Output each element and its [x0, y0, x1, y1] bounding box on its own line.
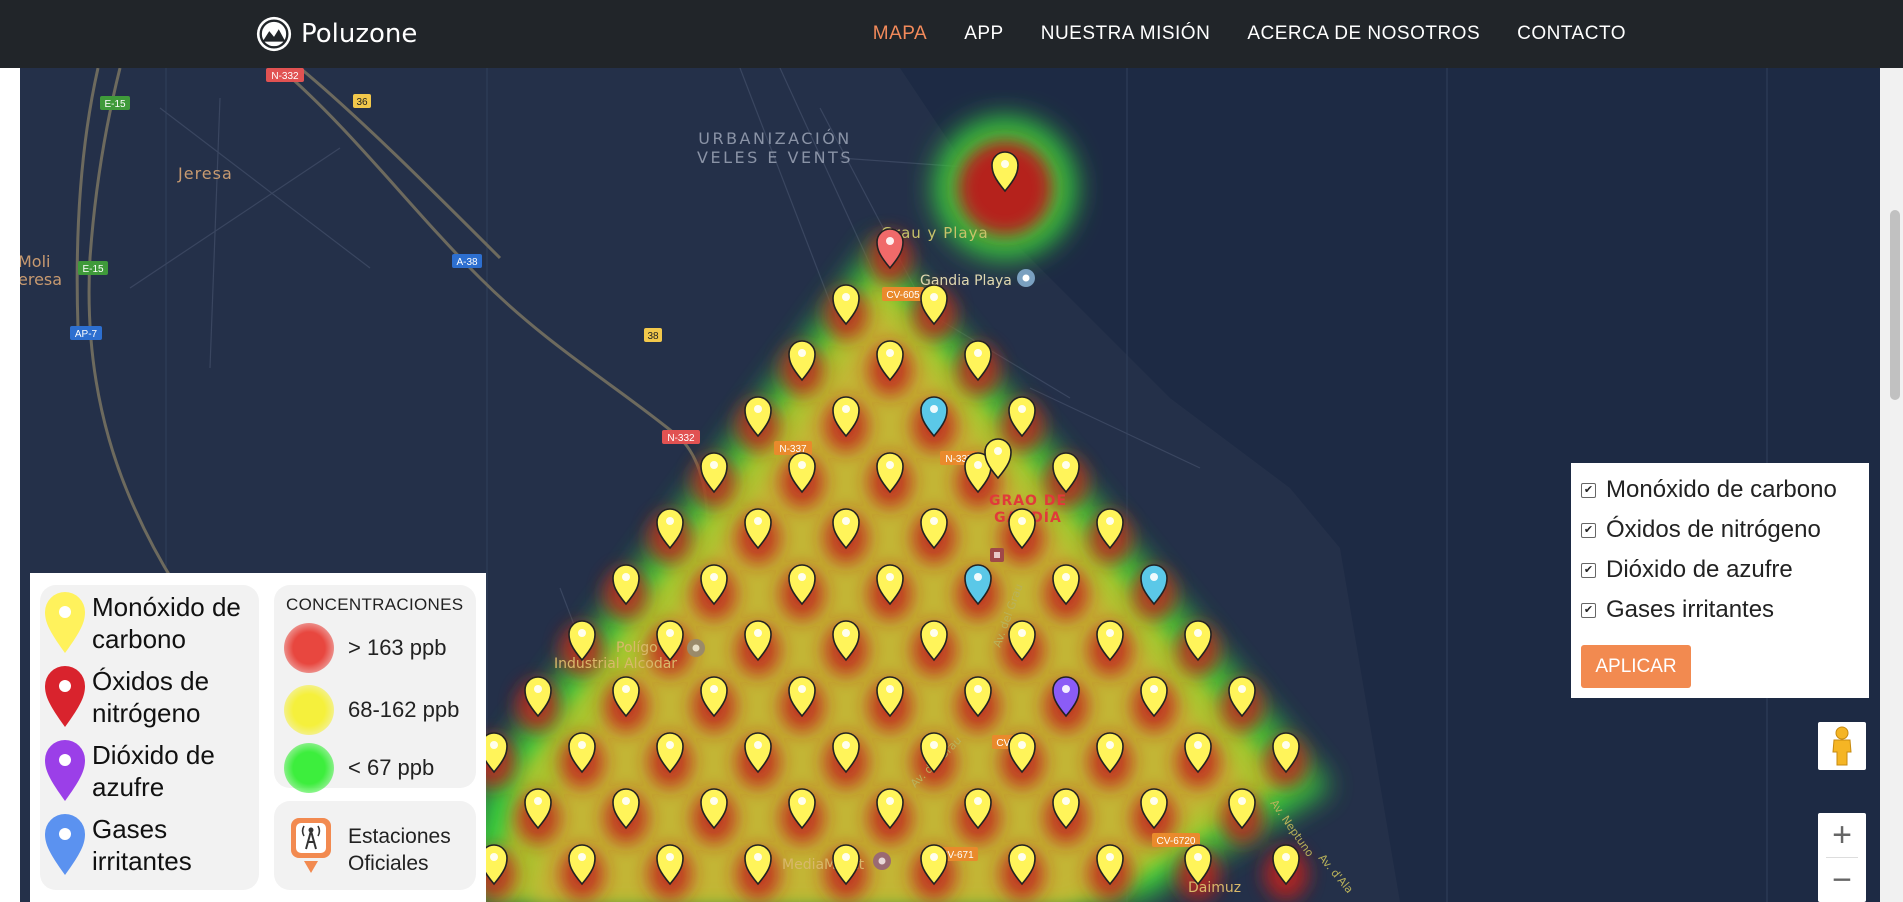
poluzone-logo-icon [256, 16, 292, 52]
svg-text:eresa: eresa [20, 270, 62, 289]
nav-link-contacto[interactable]: CONTACTO [1517, 23, 1626, 45]
pollutant-legend: Monóxido de carbono Óxidos de nitrógeno … [40, 585, 259, 890]
blue-pin-icon [45, 814, 85, 875]
zoom-out-button[interactable]: − [1818, 858, 1866, 902]
concentration-high: > 163 ppb [284, 623, 446, 673]
svg-text:CV-6720: CV-6720 [1157, 836, 1196, 847]
filter-checkbox-nitrogen-oxides[interactable]: ✔ [1581, 522, 1596, 538]
scrollbar-thumb[interactable] [1890, 210, 1900, 400]
yellow-blob-icon [284, 685, 334, 735]
official-station-icon [291, 818, 331, 873]
nav-link-app[interactable]: APP [964, 23, 1004, 45]
pegman-icon [1832, 726, 1852, 766]
svg-text:N-332: N-332 [667, 433, 695, 444]
svg-text:N-332: N-332 [271, 71, 299, 82]
svg-text:36: 36 [356, 97, 368, 108]
svg-text:E-15: E-15 [82, 264, 104, 275]
svg-text:CV-605: CV-605 [886, 290, 920, 301]
red-pin-icon [45, 666, 85, 727]
brand-name: Poluzone [301, 19, 418, 49]
stations-label: Estaciones Oficiales [348, 825, 451, 875]
filter-checkbox-irritant-gases[interactable]: ✔ [1581, 602, 1596, 618]
poi-mediamarkt-icon[interactable] [873, 852, 891, 870]
filter-panel: ✔ Monóxido de carbono ✔ Óxidos de nitróg… [1571, 463, 1869, 698]
svg-text:GRAO DE: GRAO DE [989, 493, 1067, 509]
filter-nitrogen-oxides[interactable]: ✔ Óxidos de nitrógeno [1581, 516, 1821, 544]
svg-text:38: 38 [647, 331, 659, 342]
nav-link-mapa[interactable]: MAPA [873, 23, 927, 45]
svg-text:Jeresa: Jeresa [177, 164, 233, 183]
green-blob-icon [284, 743, 334, 793]
zoom-control: + − [1818, 813, 1866, 902]
svg-text:Moli: Moli [20, 252, 50, 271]
filter-checkbox-carbon-monoxide[interactable]: ✔ [1581, 482, 1596, 498]
filter-irritant-gases[interactable]: ✔ Gases irritantes [1581, 596, 1774, 624]
nav-link-acerca[interactable]: ACERCA DE NOSOTROS [1247, 23, 1480, 45]
svg-text:URBANIZACIÓN: URBANIZACIÓN [698, 129, 852, 148]
svg-text:E-15: E-15 [104, 99, 126, 110]
street-view-pegman[interactable] [1818, 722, 1866, 770]
poi-grao-icon[interactable] [990, 548, 1004, 562]
yellow-pin-icon [45, 592, 85, 653]
navbar: Poluzone MAPA APP NUESTRA MISIÓN ACERCA … [0, 0, 1903, 68]
apply-button[interactable]: APLICAR [1581, 645, 1691, 688]
legend-item-nitrogen-oxides: Óxidos de nitrógeno [44, 665, 262, 729]
filter-carbon-monoxide[interactable]: ✔ Monóxido de carbono [1581, 476, 1837, 504]
svg-text:A-38: A-38 [456, 257, 478, 268]
purple-pin-icon [45, 740, 85, 801]
brand-logo-link[interactable]: Poluzone [255, 14, 417, 54]
map-legend: Monóxido de carbono Óxidos de nitrógeno … [30, 573, 486, 902]
page-scrollbar[interactable] [1880, 68, 1903, 902]
legend-item-sulfur-dioxide: Dióxido de azufre [44, 739, 262, 803]
filter-sulfur-dioxide[interactable]: ✔ Dióxido de azufre [1581, 556, 1793, 584]
svg-text:VELES E VENTS: VELES E VENTS [697, 148, 853, 167]
filter-checkbox-sulfur-dioxide[interactable]: ✔ [1581, 562, 1596, 578]
svg-text:AP-7: AP-7 [75, 329, 98, 340]
svg-text:Polígo: Polígo [616, 640, 658, 656]
concentration-legend: CONCENTRACIONES > 163 ppb 68-162 ppb < 6… [274, 585, 476, 793]
nav-menu: MAPA APP NUESTRA MISIÓN ACERCA DE NOSOTR… [836, 0, 1626, 68]
concentrations-title: CONCENTRACIONES [286, 595, 464, 614]
red-blob-icon [284, 623, 334, 673]
zoom-in-button[interactable]: + [1818, 813, 1866, 857]
legend-item-irritant-gases: Gases irritantes [44, 813, 262, 877]
nav-link-mision[interactable]: NUESTRA MISIÓN [1041, 23, 1211, 45]
svg-text:Industrial Alcodar: Industrial Alcodar [554, 656, 677, 672]
poi-gandia-playa-icon[interactable] [1017, 269, 1035, 287]
poi-poligono-icon[interactable] [687, 639, 705, 657]
concentration-medium: 68-162 ppb [284, 685, 459, 735]
legend-item-carbon-monoxide: Monóxido de carbono [44, 591, 262, 655]
stations-legend: Estaciones Oficiales [274, 801, 476, 890]
concentration-low: < 67 ppb [284, 743, 434, 793]
